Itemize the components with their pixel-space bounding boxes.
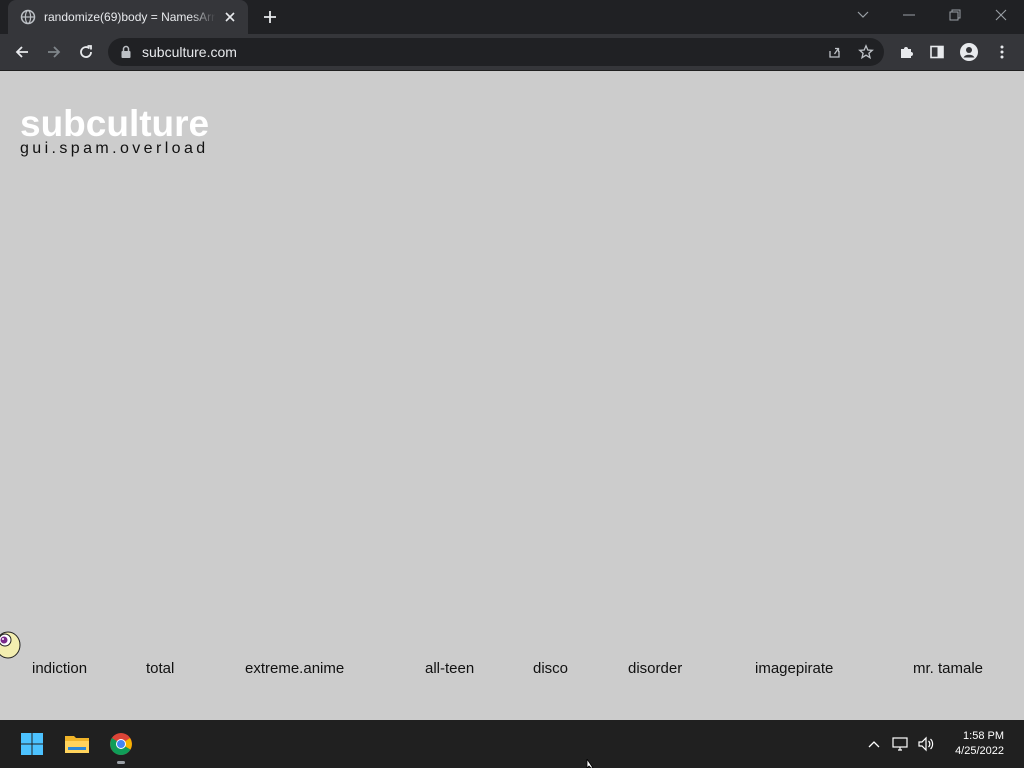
reload-button[interactable]	[72, 38, 100, 66]
plus-icon	[264, 11, 276, 23]
network-button[interactable]	[891, 734, 911, 754]
browser-toolbar: subculture.com	[0, 34, 1024, 71]
chrome-icon	[110, 733, 132, 755]
windows-taskbar: 1:58 PM 4/25/2022	[0, 720, 1024, 768]
close-tab-icon[interactable]	[222, 9, 238, 25]
kebab-menu-icon	[1000, 45, 1004, 59]
eyeball-creature-icon	[0, 631, 21, 659]
puzzle-icon	[901, 47, 913, 58]
minimize-button[interactable]	[886, 0, 932, 30]
close-window-button[interactable]	[978, 0, 1024, 30]
bookmark-star-icon[interactable]	[858, 44, 874, 60]
back-button[interactable]	[8, 38, 36, 66]
nav-link-disorder[interactable]: disorder	[628, 660, 682, 677]
file-explorer-button[interactable]	[63, 730, 91, 758]
minimize-icon	[903, 14, 915, 16]
profile-icon	[960, 43, 978, 61]
browser-tab[interactable]: randomize(69)body = NamesArray	[8, 0, 248, 34]
menu-button[interactable]	[988, 38, 1016, 66]
nav-link-imagepirate[interactable]: imagepirate	[755, 660, 833, 677]
reload-icon	[80, 45, 92, 58]
tab-title: randomize(69)body = NamesArray	[44, 10, 216, 24]
network-icon	[892, 737, 908, 751]
globe-icon	[20, 9, 36, 25]
lock-icon	[121, 45, 131, 58]
clock-date: 4/25/2022	[955, 745, 1004, 757]
nav-link-mr-tamale[interactable]: mr. tamale	[913, 660, 983, 677]
windows-logo-icon	[21, 733, 43, 755]
url-text[interactable]: subculture.com	[142, 44, 237, 60]
running-indicator	[117, 761, 125, 764]
nav-link-extreme-anime[interactable]: extreme.anime	[245, 660, 344, 677]
side-panel-icon	[930, 45, 944, 59]
show-hidden-icons-button[interactable]	[864, 734, 884, 754]
folder-icon	[65, 736, 89, 753]
nav-link-total[interactable]: total	[146, 660, 174, 677]
nav-link-all-teen[interactable]: all-teen	[425, 660, 474, 677]
close-icon	[995, 9, 1007, 21]
chrome-taskbar-button[interactable]	[107, 730, 135, 758]
arrow-right-icon	[48, 46, 61, 58]
address-bar[interactable]: subculture.com	[108, 38, 884, 66]
volume-button[interactable]	[916, 734, 936, 754]
arrow-left-icon	[15, 46, 28, 58]
share-icon[interactable]	[826, 44, 842, 60]
tab-search-button[interactable]	[840, 0, 886, 30]
site-tagline: gui.spam.overload	[20, 140, 209, 157]
clock-time: 1:58 PM	[963, 730, 1004, 742]
extensions-button[interactable]	[892, 38, 920, 66]
chevron-down-icon	[857, 11, 869, 18]
side-panel-button[interactable]	[923, 38, 951, 66]
nav-link-indiction[interactable]: indiction	[32, 660, 87, 677]
restore-button[interactable]	[932, 0, 978, 30]
site-logo[interactable]: subculture	[20, 104, 209, 144]
site-navigation: indiction total extreme.anime all-teen d…	[0, 660, 1024, 680]
web-page: subculture gui.spam.overload indiction t…	[0, 71, 1024, 720]
start-button[interactable]	[18, 730, 46, 758]
chevron-up-icon	[868, 741, 880, 748]
restore-icon	[949, 9, 961, 21]
system-clock[interactable]: 1:58 PM 4/25/2022	[955, 729, 1004, 759]
nav-link-disco[interactable]: disco	[533, 660, 568, 677]
profile-button[interactable]	[955, 38, 983, 66]
speaker-icon	[918, 736, 934, 752]
tab-strip: randomize(69)body = NamesArray	[0, 0, 1024, 34]
new-tab-button[interactable]	[258, 6, 282, 28]
forward-button[interactable]	[40, 38, 68, 66]
mouse-cursor-icon	[586, 759, 594, 768]
